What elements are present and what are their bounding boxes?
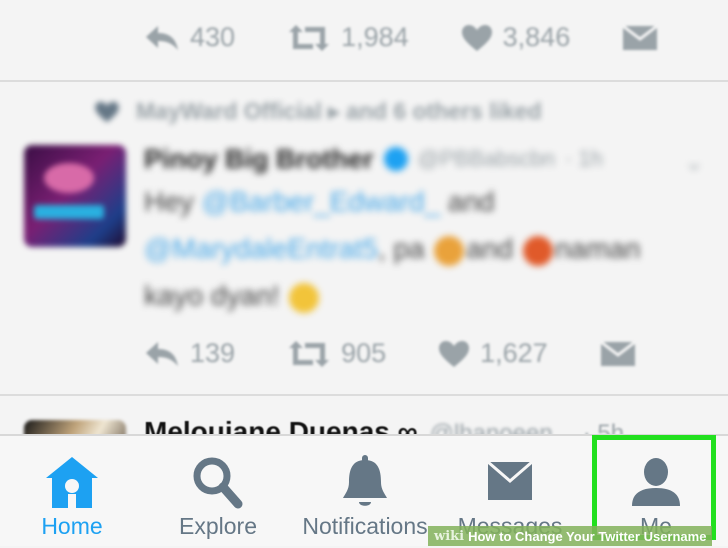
liked-by-text: MayWard Official ▸ and 6 others liked	[136, 98, 542, 124]
envelope-icon	[487, 460, 533, 500]
retweet-icon	[289, 340, 330, 367]
tweet-text-segment: , pa	[377, 233, 433, 264]
verified-badge-icon	[383, 147, 408, 171]
reply-action[interactable]: 139	[144, 338, 235, 369]
retweet-action[interactable]: 905	[287, 338, 386, 369]
tweet-text-segment: naman	[554, 233, 641, 264]
person-icon	[632, 458, 680, 506]
reply-icon	[146, 341, 178, 366]
mention-link[interactable]: @MarydaleEntrat5	[144, 233, 378, 264]
tab-label: Home	[41, 513, 103, 539]
author-handle[interactable]: @lhanoeen	[430, 420, 553, 434]
direct-message-icon	[622, 24, 659, 50]
tweet-text-segment: Hey	[144, 186, 202, 217]
tweet-time: · 5h	[582, 420, 625, 434]
watermark-brand: wiki	[434, 528, 465, 544]
tab-label: Explore	[179, 513, 257, 539]
avatar[interactable]	[24, 145, 126, 247]
like-count: 1,627	[480, 338, 548, 368]
home-icon	[46, 457, 98, 508]
author-name[interactable]: Melouiane Duenas ∞	[144, 416, 418, 434]
heart-icon	[439, 340, 470, 367]
heart-icon	[461, 24, 492, 51]
reply-count: 139	[190, 338, 236, 368]
like-count: 3,846	[502, 22, 571, 52]
search-icon	[193, 457, 243, 509]
reply-icon	[146, 25, 178, 50]
avatar-graphic	[34, 205, 104, 219]
tweet-text-segment: and	[466, 233, 521, 264]
retweet-icon	[289, 24, 330, 51]
retweet-action[interactable]: 1,984	[287, 22, 409, 53]
heart-icon	[95, 101, 119, 122]
chevron-down-icon[interactable]: ⌄	[684, 148, 704, 177]
tab-home[interactable]: Home	[12, 436, 132, 548]
tweet-actions: 139 905 1,627	[144, 338, 646, 369]
tweet-text: Hey @Barber_Edward_ and @MarydaleEntrat5…	[144, 178, 704, 319]
dm-action[interactable]	[622, 24, 668, 51]
watermark-title: How to Change Your Twitter Username	[468, 528, 707, 544]
mention-link[interactable]: @Barber_Edward_	[202, 186, 441, 217]
tweet-text-segment: and	[440, 186, 495, 217]
like-action[interactable]: 1,627	[438, 338, 548, 369]
tab-explore[interactable]: Explore	[158, 436, 278, 548]
tab-label: Notifications	[302, 513, 428, 539]
timeline-feed[interactable]: 430 1,984 3,846 MayWard Official ▸ and 6…	[0, 0, 728, 434]
bell-icon	[343, 455, 387, 506]
social-context[interactable]: MayWard Official ▸ and 6 others liked	[94, 98, 542, 125]
tab-notifications[interactable]: Notifications	[290, 436, 440, 548]
author-handle[interactable]: @PBBabscbn	[418, 146, 555, 172]
tweet-header: Melouiane Duenas ∞ @lhanoeen · 5h	[144, 416, 624, 434]
dm-action[interactable]	[599, 340, 646, 367]
tweet-body[interactable]: Pinoy Big Brother @PBBabscbn · 1h ⌄ Hey …	[144, 140, 704, 319]
tweet-separator	[0, 80, 728, 82]
tweet-header: Pinoy Big Brother @PBBabscbn · 1h ⌄	[144, 140, 704, 178]
tweet-text-segment: kayo dyan!	[144, 280, 288, 311]
burger-emoji-icon	[434, 235, 465, 266]
retweet-count: 1,984	[341, 22, 409, 52]
avatar[interactable]	[24, 420, 126, 434]
watermark: wiki How to Change Your Twitter Username	[428, 526, 713, 546]
direct-message-icon	[599, 340, 636, 366]
tweet-time: · 1h	[564, 146, 603, 171]
reply-action[interactable]: 430	[144, 22, 235, 53]
avatar-graphic	[44, 163, 94, 193]
wink-emoji-icon	[289, 282, 320, 313]
tweet-next[interactable]: Melouiane Duenas ∞ @lhanoeen · 5h	[0, 398, 728, 434]
like-action[interactable]: 3,846	[461, 22, 571, 53]
author-name[interactable]: Pinoy Big Brother	[144, 144, 374, 175]
tweet-actions: 430 1,984 3,846	[144, 22, 668, 53]
retweet-count: 905	[341, 338, 387, 368]
gift-emoji-icon	[522, 235, 553, 266]
reply-count: 430	[190, 22, 236, 52]
tweet-separator	[0, 394, 728, 396]
